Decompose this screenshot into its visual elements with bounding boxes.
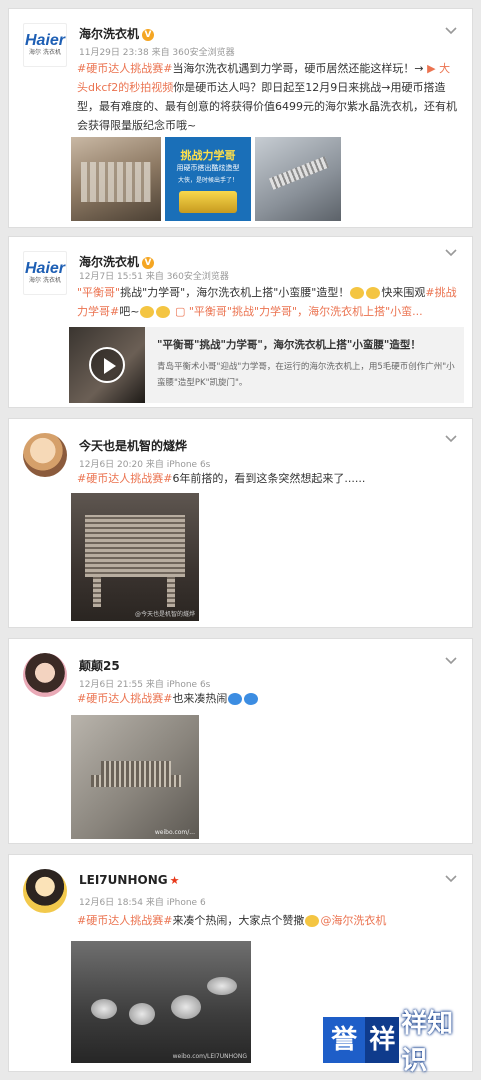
post-meta: 12月7日 15:51 来自 360安全浏览器 — [79, 272, 229, 282]
photo-caption: weibo.com/LEI7UNHONG — [172, 1053, 247, 1060]
emoji-icon — [305, 915, 320, 927]
post-card: Haier 海尔 洗衣机 海尔洗衣机 V 11月29日 23:38 来自 360安… — [8, 8, 473, 228]
post-card: 颠颠25 12月6日 21:55 来自 iPhone 6s #硬币达人挑战赛#也… — [8, 638, 473, 844]
brand-watermark: 誉 祥 祥知识 — [323, 1009, 473, 1076]
emoji-icon — [350, 287, 365, 299]
post-text: "平衡哥"挑战"力学哥"，海尔洗衣机上搭"小蛮腰"造型！ 快来围观#挑战力学哥#吧… — [77, 286, 457, 318]
post-image[interactable]: weibo.com/... — [71, 715, 199, 839]
emoji-icon — [156, 306, 171, 318]
verified-badge-icon: V — [142, 28, 155, 41]
avatar[interactable]: Haier 海尔 洗衣机 — [23, 251, 67, 295]
post-text: #硬币达人挑战赛#来凑个热闹，大家点个赞撒 @海尔洗衣机 — [77, 914, 387, 927]
author-name[interactable]: LEI7UNHONG ★ — [79, 873, 179, 887]
chevron-down-icon[interactable] — [444, 23, 458, 37]
avatar[interactable] — [23, 653, 67, 697]
post-meta: 11月29日 23:38 来自 360安全浏览器 — [79, 48, 235, 58]
avatar[interactable] — [23, 869, 67, 913]
mention-link[interactable]: @海尔洗衣机 — [320, 914, 386, 927]
author-name[interactable]: 海尔洗衣机 V — [79, 25, 155, 42]
chevron-down-icon[interactable] — [444, 653, 458, 667]
shared-description: 青岛平衡术小哥"迎战"力学哥，在运行的海尔洗衣机上，用5毛硬币创作广州"小蛮腰"… — [157, 362, 455, 388]
shared-title: "平衡哥"挑战"力学哥"，海尔洗衣机上搭"小蛮腰"造型！ — [157, 339, 421, 351]
author-name[interactable]: 今天也是机智的燧烨 — [79, 437, 187, 454]
post-image[interactable]: @今天也是机智的燧烨 — [71, 493, 199, 621]
poster-tagline: 大侠，是时候出手了！ — [177, 177, 238, 184]
author-name[interactable]: 海尔洗衣机 V — [79, 253, 155, 270]
post-card: Haier 海尔 洗衣机 海尔洗衣机 V 12月7日 15:51 来自 360安全… — [8, 236, 473, 408]
watermark-char-1: 誉 — [323, 1017, 366, 1063]
video-thumbnail[interactable] — [69, 327, 145, 403]
topic-link[interactable]: #硬币达人挑战赛# — [77, 914, 172, 927]
shared-video-card[interactable]: "平衡哥"挑战"力学哥"，海尔洗衣机上搭"小蛮腰"造型！ 青岛平衡术小哥"迎战"… — [69, 327, 464, 403]
play-icon[interactable] — [89, 347, 125, 383]
haier-logo: Haier — [24, 32, 66, 49]
photo-caption: weibo.com/... — [154, 829, 195, 836]
haier-sublogo: 海尔 洗衣机 — [29, 277, 61, 284]
watermark-text: 祥知识 — [401, 1009, 454, 1076]
avatar[interactable] — [23, 433, 67, 477]
video-link[interactable]: ▢ "平衡哥"挑战"力学哥"，海尔洗衣机上搭"小蛮... — [175, 305, 423, 318]
post-image[interactable]: weibo.com/LEI7UNHONG — [71, 941, 251, 1063]
chevron-down-icon[interactable] — [444, 871, 458, 885]
emoji-icon — [228, 693, 243, 705]
chevron-down-icon[interactable] — [444, 431, 458, 445]
post-image[interactable] — [255, 137, 341, 221]
poster-subtitle: 用硬币搭出酷炫造型 — [176, 164, 240, 172]
author-name[interactable]: 颠颠25 — [79, 657, 120, 674]
post-image[interactable] — [71, 137, 161, 221]
emoji-icon — [244, 693, 259, 705]
chevron-down-icon[interactable] — [444, 245, 458, 259]
avatar[interactable]: Haier 海尔 洗衣机 — [23, 23, 67, 67]
post-meta: 12月6日 18:54 来自 iPhone 6 — [79, 898, 206, 908]
haier-logo: Haier — [24, 260, 66, 277]
photo-caption: @今天也是机智的燧烨 — [134, 611, 195, 618]
emoji-icon — [140, 306, 155, 318]
haier-sublogo: 海尔 洗衣机 — [29, 49, 61, 56]
watermark-char-2: 祥 — [365, 1017, 400, 1063]
emoji-icon — [366, 287, 381, 299]
post-text: #硬币达人挑战赛#也来凑热闹 — [77, 689, 458, 708]
star-badge-icon: ★ — [169, 874, 180, 887]
post-text: #硬币达人挑战赛#6年前搭的，看到这条突然想起来了...... — [77, 472, 366, 485]
poster-title: 挑战力学哥 — [180, 149, 236, 162]
post-card: 今天也是机智的燧烨 12月6日 20:20 来自 iPhone 6s #硬币达人… — [8, 418, 473, 628]
topic-link[interactable]: #硬币达人挑战赛# — [77, 472, 172, 485]
topic-link[interactable]: #硬币达人挑战赛# — [77, 62, 172, 75]
topic-link[interactable]: #硬币达人挑战赛# — [77, 692, 172, 705]
verified-badge-icon: V — [142, 256, 155, 269]
post-image[interactable]: 挑战力学哥 用硬币搭出酷炫造型 大侠，是时候出手了！ — [165, 137, 251, 221]
post-text: #硬币达人挑战赛#当海尔洗衣机遇到力学哥，硬币居然还能这样玩！→ ▶ 大头dkc… — [77, 62, 457, 132]
